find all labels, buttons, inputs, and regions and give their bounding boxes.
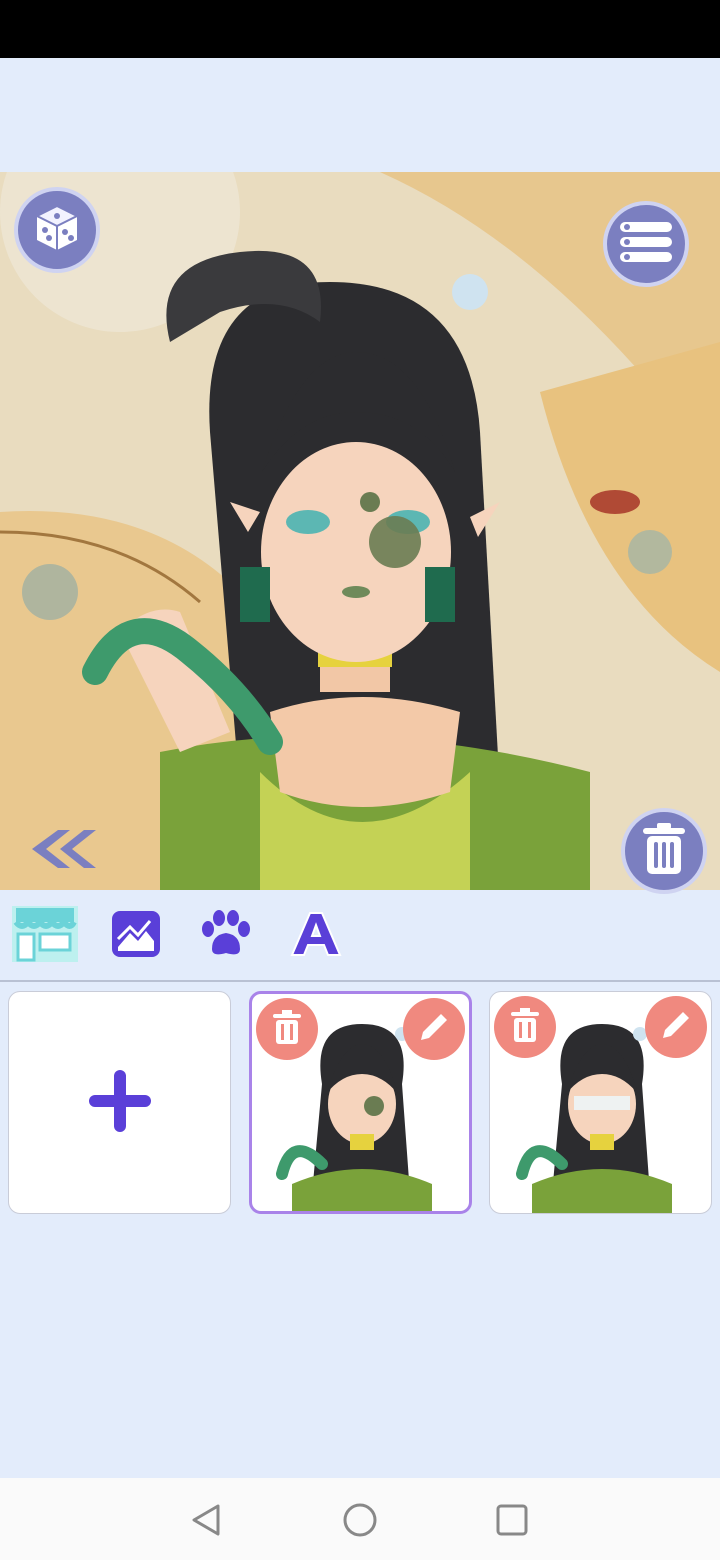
new-character-slot[interactable]: [8, 991, 231, 1214]
tool-tabs: [0, 890, 720, 982]
status-bar: [0, 0, 720, 58]
circle-home-icon: [340, 1503, 380, 1544]
character-canvas[interactable]: [0, 172, 720, 890]
trash-icon: [510, 1008, 540, 1046]
pencil-icon: [659, 1008, 693, 1046]
edit-slot-button[interactable]: [403, 998, 465, 1060]
nav-home-button[interactable]: [340, 1500, 380, 1540]
divider: [0, 980, 720, 982]
saved-character-slot[interactable]: [249, 991, 472, 1214]
delete-character-button[interactable]: [621, 808, 707, 894]
letter-a-icon: [290, 909, 342, 963]
pencil-icon: [417, 1010, 451, 1048]
tab-background[interactable]: [101, 904, 171, 968]
triangle-back-icon: [186, 1504, 226, 1544]
saved-character-slot[interactable]: [489, 991, 712, 1214]
image-icon: [110, 909, 162, 963]
nav-back-button[interactable]: [186, 1500, 226, 1540]
list-icon: [618, 220, 674, 268]
delete-slot-button[interactable]: [256, 998, 318, 1060]
system-nav-bar: [0, 1478, 720, 1560]
trash-icon: [272, 1010, 302, 1048]
paw-icon: [198, 909, 254, 963]
square-recent-icon: [492, 1504, 532, 1544]
menu-button[interactable]: [603, 201, 689, 287]
randomize-button[interactable]: [14, 187, 100, 273]
tab-pets[interactable]: [191, 904, 261, 968]
tab-shop[interactable]: [10, 904, 80, 968]
tab-text[interactable]: [281, 904, 351, 968]
character-illustration: [0, 172, 720, 890]
plus-icon: [87, 1068, 153, 1138]
delete-slot-button[interactable]: [494, 996, 556, 1058]
dice-icon: [31, 202, 83, 258]
back-button[interactable]: [18, 824, 98, 874]
trash-icon: [641, 822, 687, 880]
shop-icon: [10, 904, 80, 968]
nav-recent-button[interactable]: [492, 1500, 532, 1540]
edit-slot-button[interactable]: [645, 996, 707, 1058]
double-chevron-left-icon: [18, 830, 98, 878]
